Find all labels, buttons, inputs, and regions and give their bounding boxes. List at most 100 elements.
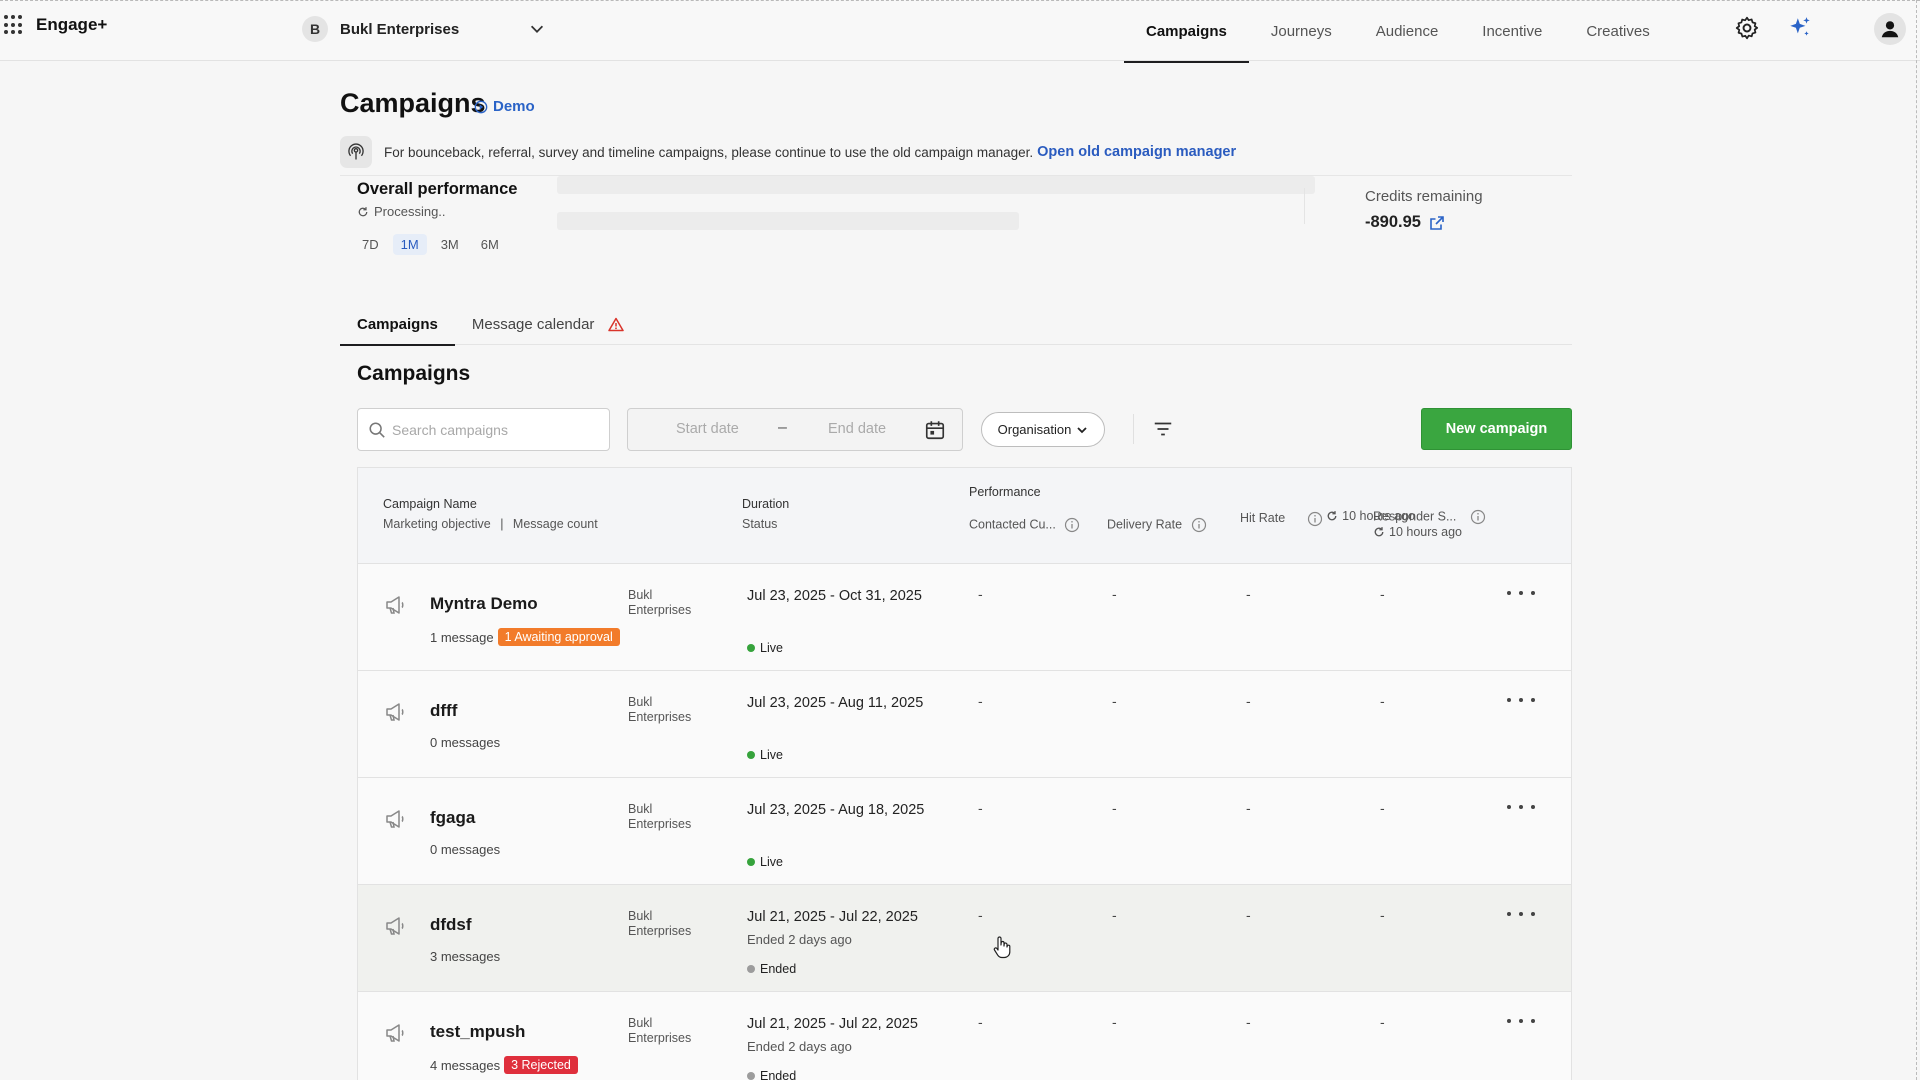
message-count: 4 messages (430, 1057, 501, 1073)
campaign-name[interactable]: test_mpush (430, 1022, 525, 1042)
table-row[interactable]: Myntra Demo 1 message 1 Awaiting approval B… (358, 564, 1571, 671)
gear-icon[interactable] (1734, 15, 1760, 41)
status-label: Live (760, 748, 783, 762)
campaign-meta: 0 messages (430, 842, 500, 857)
sparkle-icon[interactable] (1787, 15, 1813, 41)
campaign-status: Ended (747, 962, 796, 976)
message-count: 0 messages (430, 842, 501, 857)
info-icon[interactable] (1307, 511, 1323, 527)
metric-value: - (978, 800, 983, 816)
external-link-icon[interactable] (1429, 215, 1445, 231)
info-icon[interactable] (1470, 509, 1486, 525)
processing-status: Processing.. (357, 204, 446, 219)
header-responder-label: Responder S... (1373, 509, 1457, 524)
header-separator: | (500, 517, 504, 531)
campaign-status: Ended (747, 1069, 796, 1080)
megaphone-icon (386, 1024, 404, 1042)
start-date-field[interactable]: Start date (676, 421, 739, 437)
user-avatar-icon[interactable] (1874, 13, 1906, 45)
megaphone-icon (386, 703, 404, 721)
table-row[interactable]: dfdsf 3 messages Bukl Enterprises Jul 21, 2… (358, 885, 1571, 992)
more-options-icon[interactable] (1507, 800, 1535, 814)
header-delivery-rate: Delivery Rate (1107, 517, 1207, 533)
credits-label: Credits remaining (1365, 188, 1483, 205)
demo-link[interactable]: Demo (474, 98, 535, 115)
page-title: Campaigns (340, 88, 486, 118)
search-input[interactable] (392, 421, 592, 438)
loading-skeleton (557, 212, 1019, 230)
status-label: Live (760, 641, 783, 655)
open-old-campaign-manager-link[interactable]: Open old campaign manager (1037, 144, 1236, 160)
performance-title: Overall performance (357, 180, 518, 198)
table-row[interactable]: fgaga 0 messages Bukl Enterprises Jul 23, 2… (358, 778, 1571, 885)
tab-message-calendar[interactable]: Message calendar (455, 304, 642, 345)
overall-performance-panel: Overall performance Processing.. 7D 1M 3… (340, 175, 1572, 265)
campaign-duration: Jul 23, 2025 - Oct 31, 2025 (747, 588, 922, 604)
header-campaign-name: Campaign Name (383, 497, 477, 511)
calendar-icon[interactable] (924, 419, 946, 441)
campaign-name[interactable]: dfdsf (430, 915, 472, 935)
main-nav: Campaigns Journeys Audience Incentive Cr… (1124, 1, 1672, 63)
notice-banner: For bounceback, referral, survey and tim… (340, 136, 1236, 168)
status-badge: 3 Rejected (504, 1056, 578, 1074)
metric-value: - (1112, 800, 1117, 816)
campaign-duration: Jul 21, 2025 - Jul 22, 2025 (747, 1016, 918, 1032)
metric-value: - (1112, 1014, 1117, 1030)
date-range-picker[interactable]: Start date – End date (627, 408, 963, 451)
campaigns-table: Campaign Name Marketing objective | Mess… (357, 467, 1572, 1080)
end-date-field[interactable]: End date (828, 421, 886, 437)
metric-value: - (1246, 1014, 1251, 1030)
info-icon[interactable] (1191, 517, 1207, 533)
table-row[interactable]: dfff 0 messages Bukl Enterprises Jul 23, 20… (358, 671, 1571, 778)
campaign-name[interactable]: dfff (430, 701, 457, 721)
message-count: 0 messages (430, 735, 501, 750)
app-launcher-icon[interactable] (4, 15, 24, 35)
status-dot-icon (747, 644, 755, 652)
page-tabs: Campaigns Message calendar (340, 304, 1572, 346)
filter-icon[interactable] (1152, 418, 1174, 440)
nav-incentive[interactable]: Incentive (1460, 1, 1564, 62)
new-campaign-button[interactable]: New campaign (1421, 408, 1572, 450)
nav-journeys[interactable]: Journeys (1249, 1, 1354, 62)
app-name: Engage+ (36, 15, 108, 34)
metric-value: - (978, 1014, 983, 1030)
range-1m[interactable]: 1M (392, 234, 427, 255)
metric-value: - (1246, 586, 1251, 602)
range-7d[interactable]: 7D (354, 234, 387, 255)
table-row[interactable]: test_mpush 4 messages 3 Rejected Bukl Enter… (358, 992, 1571, 1080)
status-dot-icon (747, 751, 755, 759)
nav-audience[interactable]: Audience (1354, 1, 1461, 62)
refresh-icon (358, 206, 368, 216)
more-options-icon[interactable] (1507, 693, 1535, 707)
campaign-status: Live (747, 641, 783, 655)
responder-sync-text: 10 hours ago (1389, 525, 1462, 539)
info-icon[interactable] (1064, 517, 1080, 533)
nav-campaigns[interactable]: Campaigns (1124, 1, 1249, 63)
search-box[interactable] (357, 408, 610, 451)
header-responder: Responder S... 10 hours ago (1373, 509, 1571, 541)
organisation-filter-dropdown[interactable]: Organisation (981, 412, 1105, 447)
date-separator: – (778, 419, 787, 436)
more-options-icon[interactable] (1507, 907, 1535, 921)
megaphone-icon (386, 596, 404, 614)
campaign-duration: Jul 23, 2025 - Aug 11, 2025 (747, 695, 924, 711)
tab-campaigns[interactable]: Campaigns (340, 304, 455, 346)
more-options-icon[interactable] (1507, 586, 1535, 600)
tab-message-calendar-label: Message calendar (471, 316, 595, 333)
range-selector: 7D 1M 3M 6M (354, 234, 507, 255)
nav-creatives[interactable]: Creatives (1564, 1, 1671, 62)
org-switcher[interactable]: B Bukl Enterprises (302, 15, 546, 43)
header-status: Status (742, 517, 778, 531)
more-options-icon[interactable] (1507, 1014, 1535, 1028)
campaign-name[interactable]: Myntra Demo (430, 594, 538, 614)
credits-value: -890.95 (1365, 213, 1445, 232)
status-label: Live (760, 855, 783, 869)
range-3m[interactable]: 3M (433, 234, 467, 255)
range-6m[interactable]: 6M (473, 234, 507, 255)
campaign-org: Bukl Enterprises (628, 909, 692, 938)
status-label: Ended (760, 1069, 797, 1080)
message-count: 1 message (430, 629, 494, 645)
chevron-down-icon (1077, 426, 1087, 433)
campaign-name[interactable]: fgaga (430, 808, 475, 828)
metric-value: - (1112, 586, 1117, 602)
